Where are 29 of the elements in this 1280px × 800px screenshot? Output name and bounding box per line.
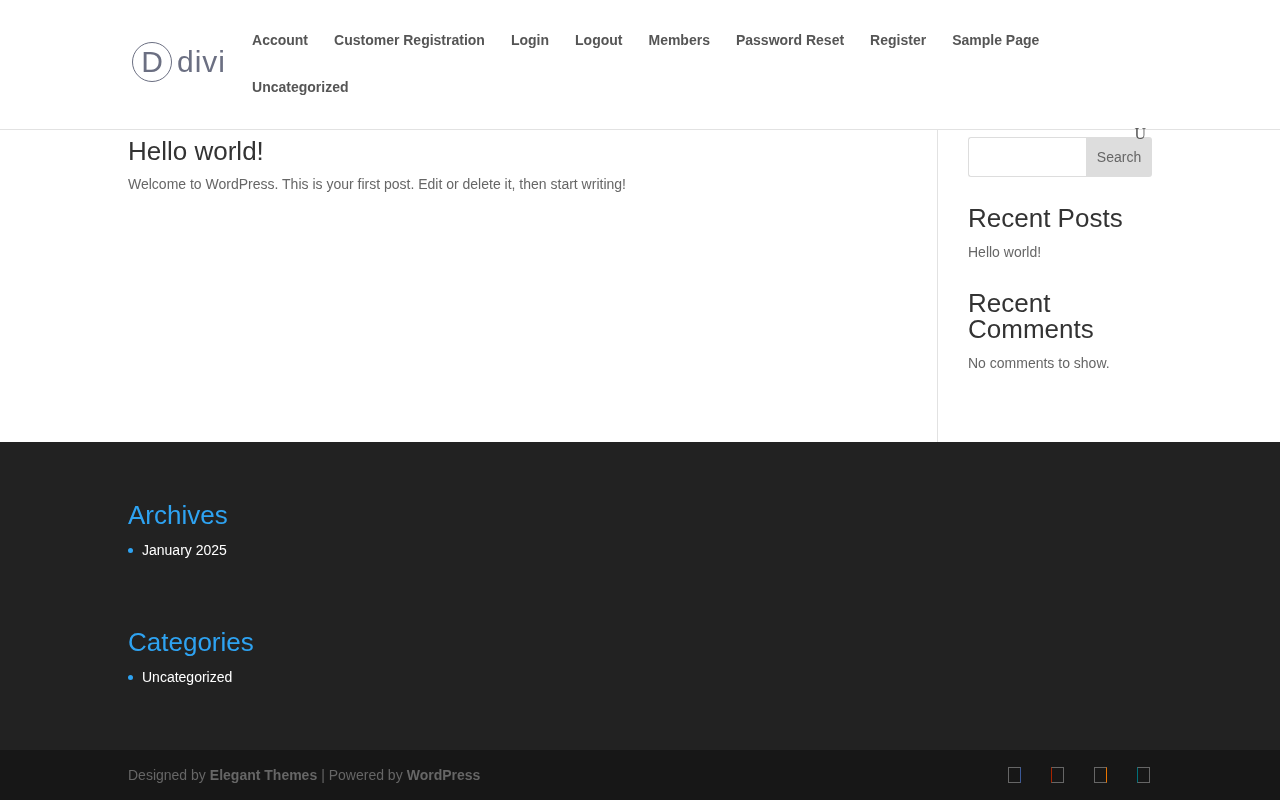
widget-title: Archives [128, 500, 229, 530]
nav-link[interactable]: Password Reset [735, 31, 845, 50]
nav-link[interactable]: Sample Page [952, 31, 1040, 50]
bullet-icon [128, 547, 133, 553]
widget-item: Hello world! [968, 243, 1042, 262]
footer-link[interactable]: January 2025 [142, 540, 227, 560]
site-logo[interactable]: D divi [132, 42, 226, 82]
social-icon[interactable] [1008, 767, 1021, 783]
social-icon[interactable] [1051, 767, 1064, 783]
nav-link[interactable]: Logout [575, 31, 623, 50]
nav-link[interactable]: Members [648, 31, 710, 50]
widget-item: No comments to show. [968, 354, 1110, 373]
social-icon[interactable] [1094, 767, 1107, 783]
bullet-icon [128, 674, 133, 680]
nav-link[interactable]: Customer Registration [334, 31, 485, 50]
nav-link[interactable]: Register [870, 31, 927, 50]
nav-link[interactable]: Account [252, 31, 308, 50]
nav-link[interactable]: Uncategorized [252, 78, 349, 97]
credit-text: Designed by [128, 767, 206, 783]
search-field[interactable] [968, 137, 1086, 177]
social-icon[interactable] [1137, 767, 1150, 783]
post-excerpt: Welcome to WordPress. This is your first post. Edit or delete it, then start writing! [128, 175, 627, 194]
widget-title: Categories [128, 627, 255, 657]
credit-text: | Powered by [321, 767, 403, 783]
footer-link[interactable]: Uncategorized [142, 667, 233, 687]
nav-link[interactable]: Login [510, 31, 550, 50]
post-title[interactable]: Hello world! [128, 136, 937, 166]
widget-title: Recent Comments [968, 290, 1095, 342]
widget-title: Recent Posts [968, 205, 1123, 231]
